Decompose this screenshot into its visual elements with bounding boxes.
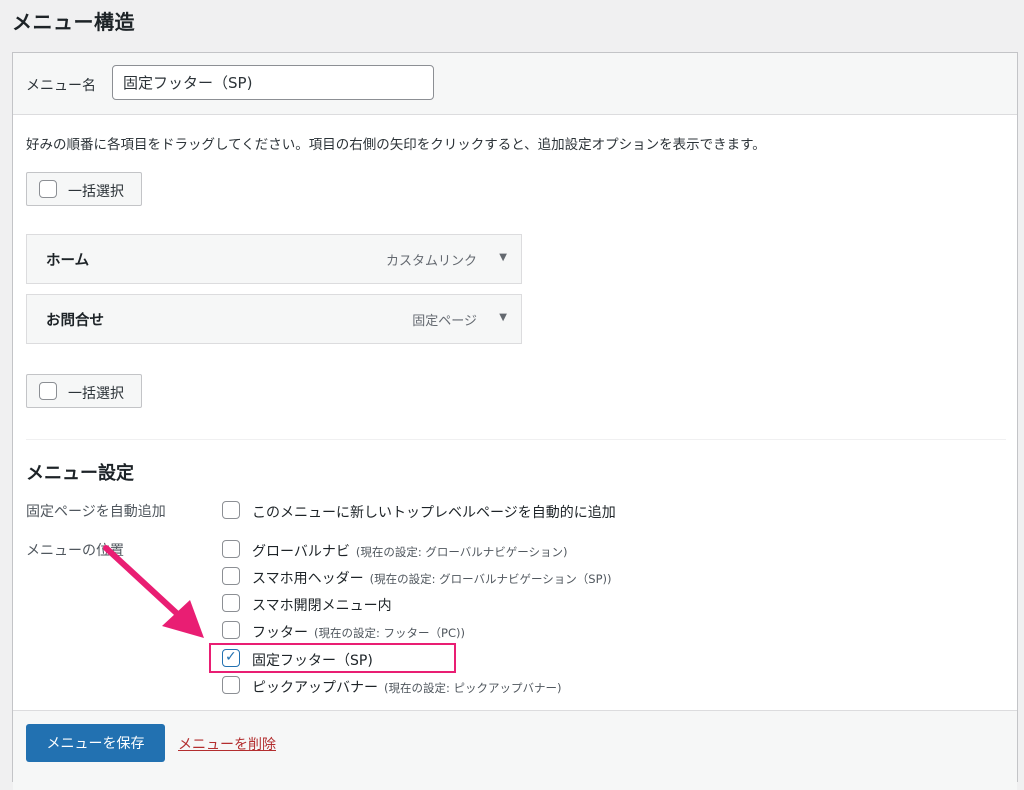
location-name: グローバルナビ xyxy=(252,544,350,560)
footer-bar: メニューを保存 メニューを削除 xyxy=(13,710,1017,790)
location-checkbox-checked[interactable]: ✓ xyxy=(222,649,240,667)
bulk-select-checkbox[interactable] xyxy=(39,382,57,400)
menu-item-type: 固定ページ xyxy=(412,314,477,329)
menu-structure-panel: メニュー名 好みの順番に各項目をドラッグしてください。項目の右側の矢印をクリック… xyxy=(12,52,1018,790)
expand-arrow-icon[interactable]: ▼ xyxy=(499,252,507,263)
location-checkbox[interactable] xyxy=(222,540,240,558)
location-checkbox[interactable] xyxy=(222,676,240,694)
location-name: 固定フッター（SP) xyxy=(252,653,373,669)
location-checkbox[interactable] xyxy=(222,621,240,639)
menu-item-title: ホーム xyxy=(46,253,90,269)
bulk-select-label: 一括選択 xyxy=(68,386,124,402)
location-checkbox[interactable] xyxy=(222,567,240,585)
location-name: ピックアップバナー xyxy=(252,680,378,696)
location-name: スマホ開閉メニュー内 xyxy=(252,598,392,614)
menu-item-type: カスタムリンク xyxy=(385,254,477,269)
expand-arrow-icon[interactable]: ▼ xyxy=(499,312,507,323)
divider xyxy=(26,439,1006,440)
bulk-select-top[interactable]: 一括選択 xyxy=(26,172,142,206)
location-checkbox[interactable] xyxy=(222,594,240,612)
checkmark-icon: ✓ xyxy=(225,649,237,665)
auto-add-label: 固定ページを自動追加 xyxy=(26,504,166,520)
bulk-select-checkbox[interactable] xyxy=(39,180,57,198)
location-note: (現在の設定: グローバルナビゲーション) xyxy=(355,545,568,559)
location-note: (現在の設定: ピックアップバナー) xyxy=(384,681,562,695)
menu-name-label: メニュー名 xyxy=(26,78,96,94)
instructions: 好みの順番に各項目をドラッグしてください。項目の右側の矢印をクリックすると、追加… xyxy=(26,137,766,153)
location-note: (現在の設定: フッター（PC)) xyxy=(314,626,465,640)
location-name: フッター xyxy=(252,625,308,641)
menu-name-input[interactable] xyxy=(112,65,434,100)
delete-menu-link[interactable]: メニューを削除 xyxy=(178,734,276,754)
page-title: メニュー構造 xyxy=(12,10,135,34)
location-name: スマホ用ヘッダー xyxy=(252,571,364,587)
menu-name-bar: メニュー名 xyxy=(13,53,1017,115)
save-menu-button[interactable]: メニューを保存 xyxy=(26,724,165,762)
auto-add-option-label: このメニューに新しいトップレベルページを自動的に追加 xyxy=(252,505,616,521)
menu-item-home[interactable]: ホーム カスタムリンク ▼ xyxy=(26,234,522,284)
settings-title: メニュー設定 xyxy=(26,463,134,484)
menu-item-title: お問合せ xyxy=(46,313,104,329)
bulk-select-label: 一括選択 xyxy=(68,184,124,200)
menu-item-contact[interactable]: お問合せ 固定ページ ▼ xyxy=(26,294,522,344)
bulk-select-bottom[interactable]: 一括選択 xyxy=(26,374,142,408)
location-note: (現在の設定: グローバルナビゲーション（SP)) xyxy=(369,572,612,586)
annotation-arrow-icon xyxy=(103,545,204,638)
auto-add-checkbox[interactable] xyxy=(222,501,240,519)
